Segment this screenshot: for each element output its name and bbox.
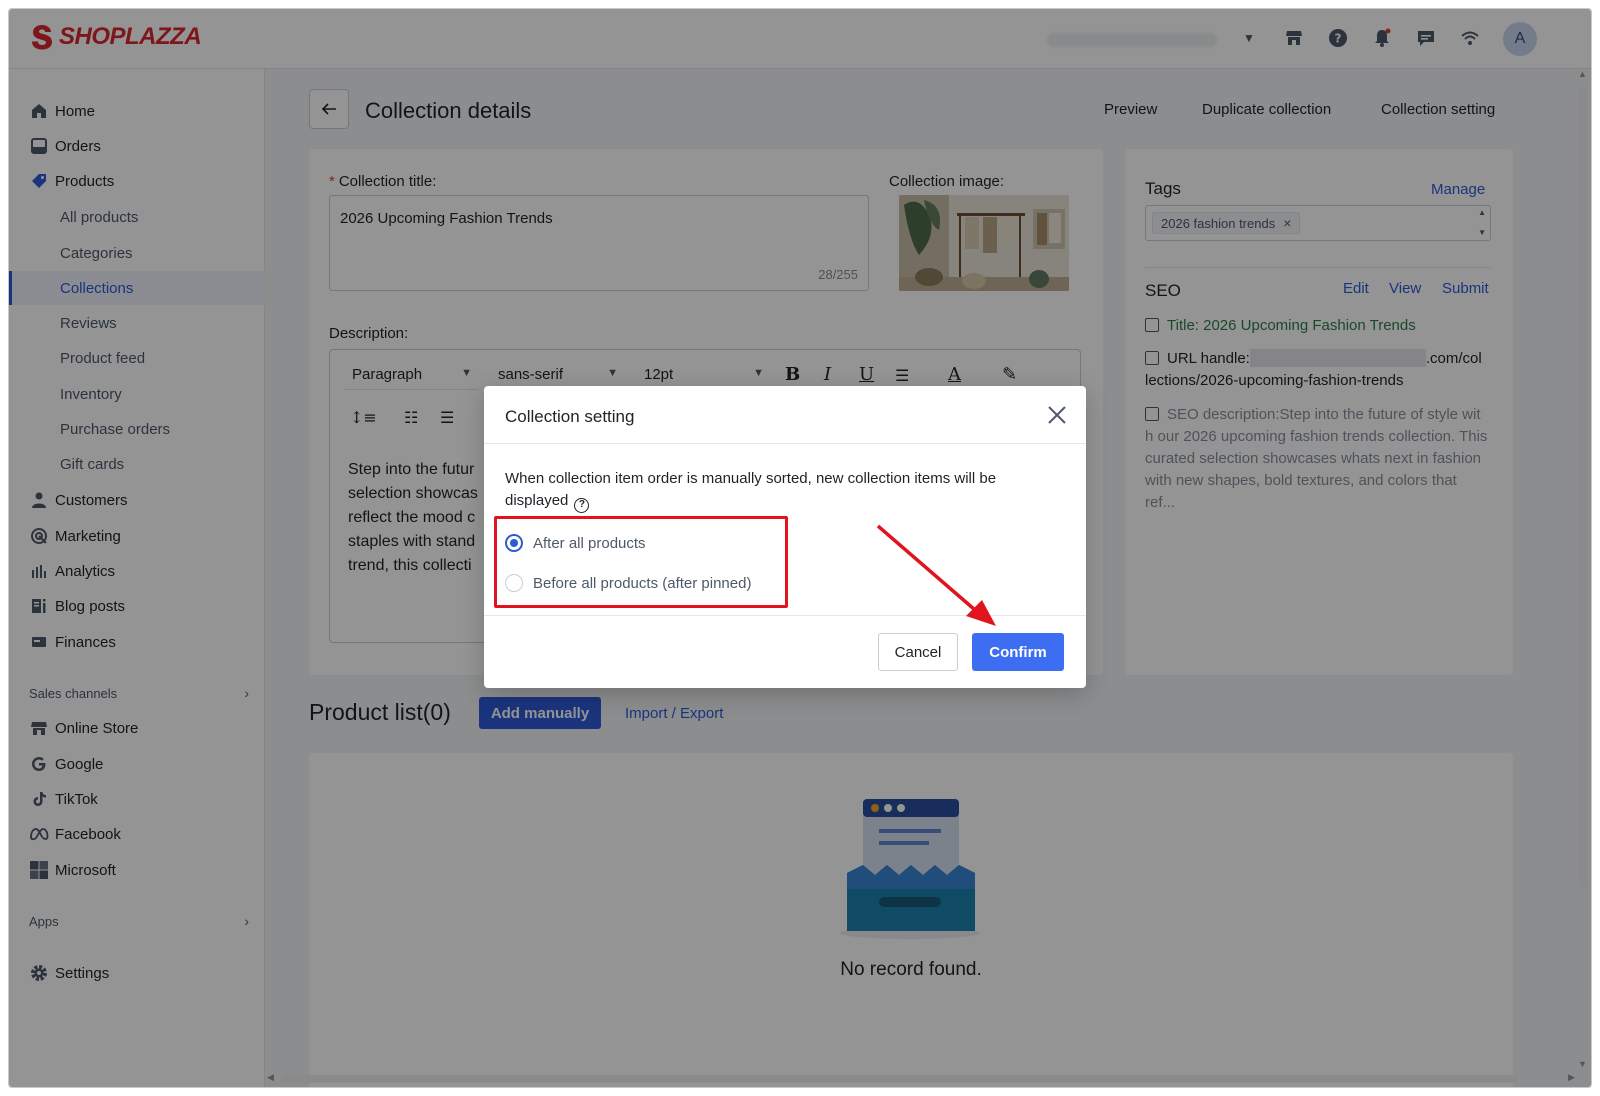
dialog-description: When collection item order is manually s… [505,468,1045,513]
scroll-left-icon[interactable]: ◀ [267,1072,274,1083]
scroll-up-icon[interactable]: ▲ [1578,69,1587,79]
vertical-scrollbar[interactable]: ▲ ▼ [1575,69,1589,1069]
horizontal-scrollbar[interactable]: ◀ ▶ [265,1071,1577,1085]
close-icon[interactable] [1046,404,1068,426]
help-icon[interactable]: ? [574,497,590,513]
dialog-header: Collection setting [484,386,1086,444]
cancel-button[interactable]: Cancel [878,633,958,671]
pointer-arrow-icon [876,524,996,626]
scroll-right-icon[interactable]: ▶ [1568,1072,1575,1083]
scroll-thumb[interactable] [281,1075,1517,1083]
confirm-button[interactable]: Confirm [972,633,1064,671]
dialog-title: Collection setting [505,407,635,426]
scroll-thumb[interactable] [1579,87,1587,887]
options-highlight-box [494,516,788,608]
scroll-down-icon[interactable]: ▼ [1578,1059,1587,1069]
